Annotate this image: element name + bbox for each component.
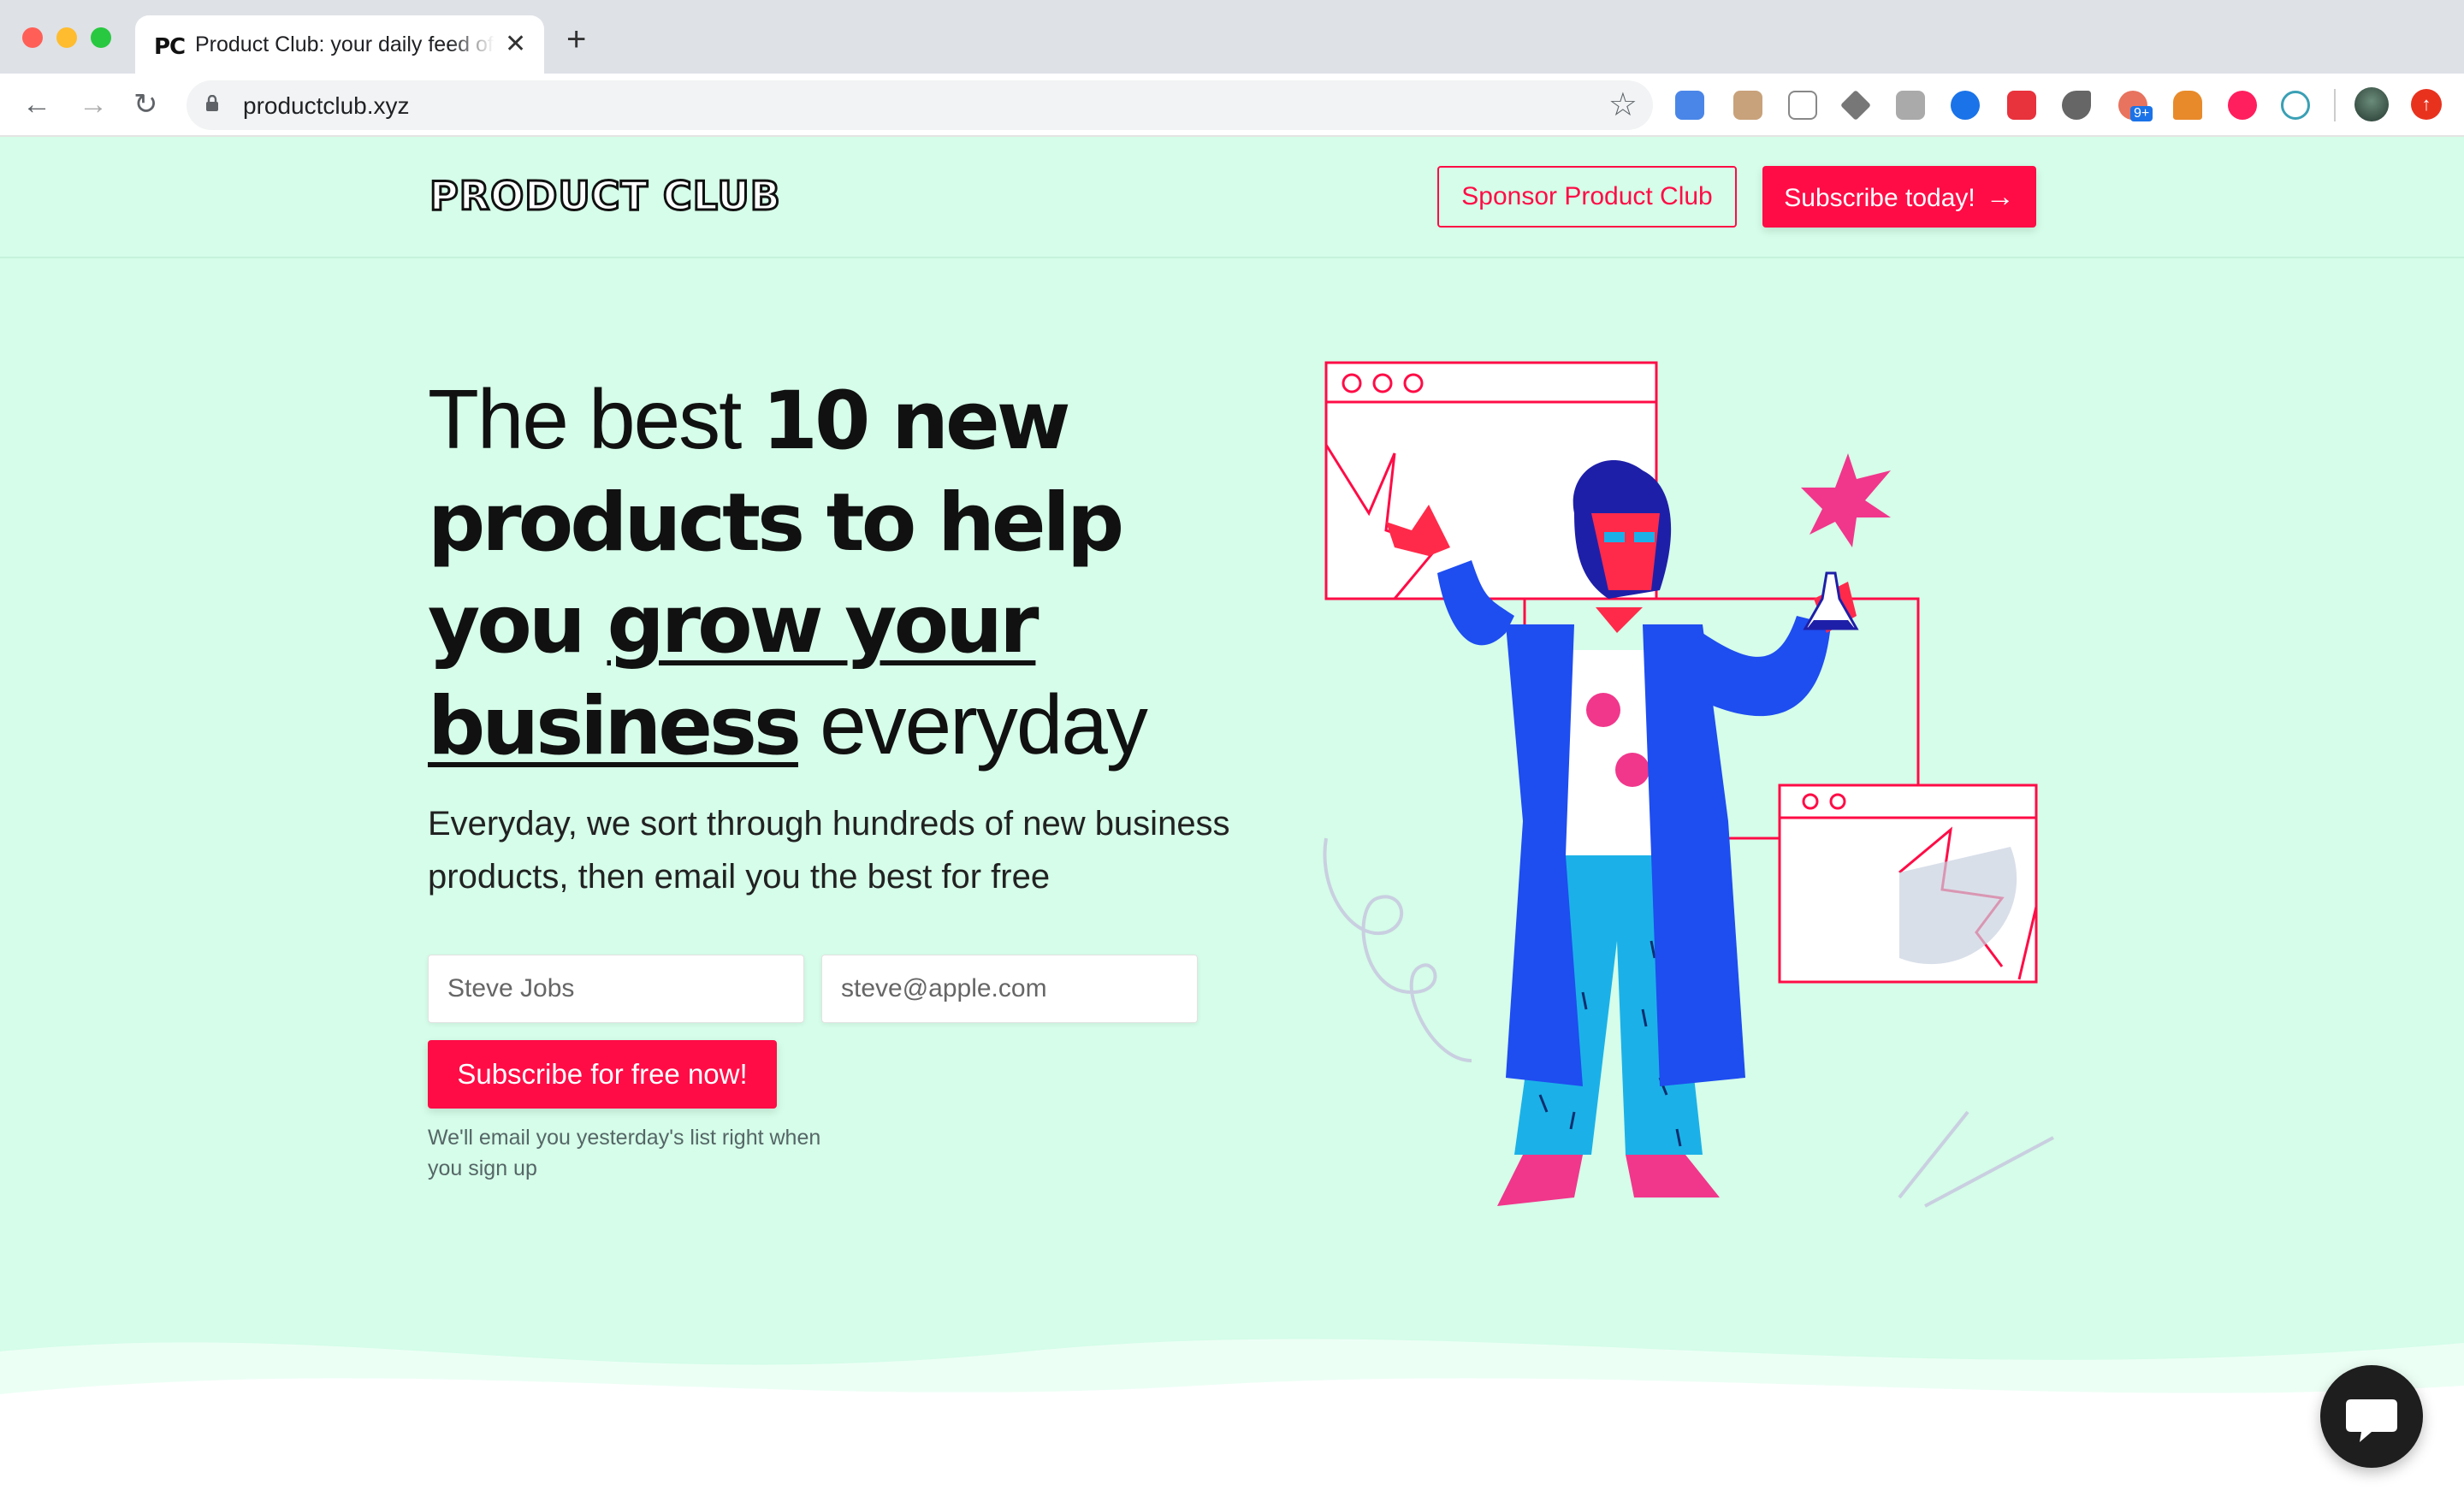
line-decoration [1924,1136,2054,1208]
close-tab-icon[interactable]: ✕ [505,29,526,59]
address-bar[interactable]: productclub.xyz ☆ [187,80,1653,130]
toolbar-divider [2334,89,2336,121]
site-logo[interactable]: PRODUCT CLUB [429,172,782,221]
sponsor-button[interactable]: Sponsor Product Club [1437,166,1737,228]
t-icon[interactable] [2228,91,2257,120]
signup-note: We'll email you yesterday's list right w… [428,1126,821,1180]
hero-headline: The best 10 new products to help you gro… [428,370,1232,777]
react-icon[interactable] [2281,91,2310,120]
new-tab-button[interactable]: + [566,22,586,56]
tab-title: Product Club: your daily feed of [195,33,494,56]
subscribe-free-button[interactable]: Subscribe for free now! [428,1040,777,1109]
back-icon[interactable]: ← [22,89,51,120]
update-icon[interactable]: ↑ [2411,89,2442,120]
headline-part-1: The best [428,372,762,466]
maximize-window-button[interactable] [91,27,111,48]
name-input[interactable] [428,955,804,1023]
google-translate-icon[interactable] [1675,91,1704,120]
browser-toolbar: ← → ↻ productclub.xyz ☆ 9+ ↑ [0,74,2464,137]
email-input[interactable] [821,955,1198,1023]
bookmark-star-icon[interactable]: ☆ [1608,86,1638,124]
lock-icon [206,95,218,111]
headline-part-2: everyday [797,677,1148,772]
notification-icon[interactable]: 9+ [2118,91,2153,121]
minimize-window-button[interactable] [56,27,77,48]
subscribe-today-button[interactable]: Subscribe today! → [1762,166,2036,228]
hero-subtitle: Everyday, we sort through hundreds of ne… [428,805,1230,896]
browser-tab[interactable]: PC Product Club: your daily feed of ✕ [135,15,544,74]
box-icon[interactable] [1733,91,1762,120]
h-icon[interactable] [1896,91,1925,120]
subscribe-today-label: Subscribe today! [1784,183,1975,212]
favicon-icon: PC [154,34,186,60]
squiggle-decoration [1323,837,1472,1062]
forward-icon[interactable]: → [79,89,108,120]
bird-icon[interactable] [2062,91,2091,120]
close-window-button[interactable] [22,27,43,48]
drive-icon[interactable] [1839,89,1872,121]
page-icon[interactable] [1788,91,1817,120]
red-box-icon[interactable] [2007,91,2036,120]
url-text: productclub.xyz [243,92,410,119]
chat-widget-button[interactable] [2320,1365,2423,1468]
wave-divider [0,1339,2464,1502]
line-decoration [1898,1110,1969,1199]
extension-badge: 9+ [2130,106,2153,121]
arrow-right-icon: → [1985,180,2015,213]
page-content: PRODUCT CLUB Sponsor Product Club Subscr… [0,137,2464,1502]
fox-icon[interactable] [2173,91,2202,120]
reload-icon[interactable]: ↻ [133,89,158,120]
browser-tab-strip: PC Product Club: your daily feed of ✕ + [0,0,2464,74]
profile-avatar[interactable] [2354,87,2389,121]
site-header: PRODUCT CLUB Sponsor Product Club Subscr… [0,137,2464,258]
hero-illustration [1323,361,2054,1208]
bank-icon[interactable] [1951,91,1980,120]
chat-icon [2346,1399,2397,1442]
